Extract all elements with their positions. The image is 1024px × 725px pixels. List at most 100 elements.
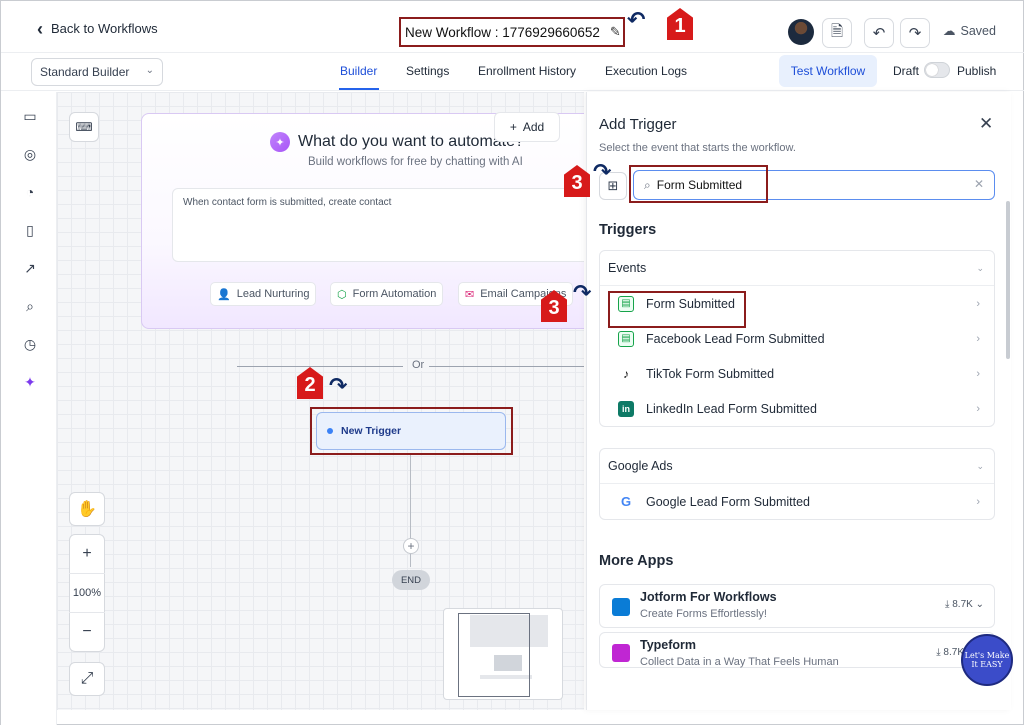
mail-icon: ✉ xyxy=(465,288,475,301)
form-submitted-highlight xyxy=(608,291,746,328)
group-label: Google Ads xyxy=(608,459,673,473)
or-divider-left xyxy=(237,366,403,367)
search-highlight xyxy=(629,165,768,203)
chip-label: Form Automation xyxy=(352,288,437,300)
events-group-header[interactable]: Events ⌄ xyxy=(600,251,994,286)
expand-icon: ⤢ xyxy=(80,670,94,687)
sparkle-icon[interactable]: ✦ xyxy=(21,373,39,391)
chat-icon[interactable]: ▭ xyxy=(21,107,39,125)
workflow-title[interactable]: New Workflow : 1776929660652 ✎ xyxy=(399,17,625,47)
test-workflow-button[interactable]: Test Workflow xyxy=(779,55,877,87)
panel-scrollbar[interactable] xyxy=(1006,201,1010,359)
triggers-heading: Triggers xyxy=(599,222,657,238)
publish-toggle[interactable] xyxy=(924,62,950,78)
keyboard-shortcuts-button[interactable]: ⌨ xyxy=(69,112,99,142)
arrow-icon: ↷ xyxy=(573,280,592,305)
app-item-jotform[interactable]: Jotform For Workflows Create Forms Effor… xyxy=(599,584,995,628)
typeform-icon xyxy=(612,644,630,662)
install-count: ⤓ 8.7K ⌄ xyxy=(945,599,984,610)
notes-button[interactable]: 🗎 xyxy=(822,18,852,48)
tab-execution-logs[interactable]: Execution Logs xyxy=(605,64,687,78)
undo-icon: ↶ xyxy=(872,25,886,42)
trigger-item-label: TikTok Form Submitted xyxy=(646,366,775,381)
trigger-item-google-lead-form[interactable]: G Google Lead Form Submitted › xyxy=(600,484,994,519)
saved-status: ☁ Saved xyxy=(943,23,996,39)
pan-tool-button[interactable]: ✋ xyxy=(69,492,105,526)
builder-select[interactable]: Standard Builder ⌄ xyxy=(31,58,163,86)
trigger-item-label: Facebook Lead Form Submitted xyxy=(646,331,825,346)
close-icon[interactable]: ✕ xyxy=(979,114,993,134)
tab-builder[interactable]: Builder xyxy=(340,64,377,78)
google-ads-group: Google Ads ⌄ G Google Lead Form Submitte… xyxy=(599,448,995,520)
tab-settings[interactable]: Settings xyxy=(406,64,449,78)
chevron-right-icon: › xyxy=(976,297,980,310)
saved-label: Saved xyxy=(960,23,996,38)
cube-icon: ⬡ xyxy=(337,288,347,301)
undo-button[interactable]: ↶ xyxy=(864,18,894,48)
ai-prompt-input[interactable]: When contact form is submitted, create c… xyxy=(172,188,584,262)
form-icon: ▤ xyxy=(618,330,634,347)
minimap-viewport[interactable] xyxy=(458,613,530,697)
back-label: Back to Workflows xyxy=(51,21,158,36)
chip-label: Lead Nurturing xyxy=(236,288,310,300)
back-to-workflows-link[interactable]: ‹ Back to Workflows xyxy=(37,18,158,39)
history-icon[interactable]: ◷ xyxy=(21,335,39,353)
trigger-label: New Trigger xyxy=(341,425,402,437)
app-description: Collect Data in a Way That Feels Human xyxy=(640,656,839,668)
pencil-icon[interactable]: ✎ xyxy=(610,24,621,40)
publish-label: Publish xyxy=(957,64,997,78)
add-button[interactable]: + Add xyxy=(494,112,560,142)
keyboard-icon: ⌨ xyxy=(75,120,93,134)
avatar[interactable] xyxy=(788,19,814,45)
left-rail: ▭ ◎ ◔ ▯ ↗ ⌕ ◷ ✦ xyxy=(1,92,57,725)
panel-subtitle: Select the event that starts the workflo… xyxy=(599,142,796,154)
sub-bar: Standard Builder ⌄ Builder Settings Enro… xyxy=(1,53,1024,91)
file-icon[interactable]: ▯ xyxy=(21,221,39,239)
document-icon: 🗎 xyxy=(830,22,844,40)
builder-select-value: Standard Builder xyxy=(40,65,130,79)
chevron-down-icon: ⌄ xyxy=(145,65,154,76)
zoom-level: 100% xyxy=(69,573,105,613)
more-apps-heading: More Apps xyxy=(599,553,674,569)
ai-subtitle: Build workflows for free by chatting wit… xyxy=(308,156,523,168)
new-trigger-node[interactable]: New Trigger xyxy=(316,412,506,450)
zoom-out-button[interactable]: − xyxy=(82,613,91,651)
status-dot xyxy=(327,428,333,434)
app-item-typeform[interactable]: Typeform Collect Data in a Way That Feel… xyxy=(599,632,995,668)
chip-form-automation[interactable]: ⬡ Form Automation xyxy=(330,282,444,306)
jotform-icon xyxy=(612,598,630,616)
tab-enrollment-history[interactable]: Enrollment History xyxy=(478,64,576,78)
fit-view-button[interactable]: ⤢ xyxy=(69,662,105,696)
app-name: Typeform xyxy=(640,638,697,652)
ai-title-text: What do you want to automate? xyxy=(298,133,524,150)
external-link-icon[interactable]: ↗ xyxy=(21,259,39,277)
watermark-logo: Let's Make It EASY xyxy=(961,634,1013,686)
install-count: ⤓ 8.7K xyxy=(936,647,964,658)
trigger-item-label: LinkedIn Lead Form Submitted xyxy=(646,401,817,416)
add-step-button[interactable]: + xyxy=(403,538,419,554)
active-tab-indicator xyxy=(339,88,379,90)
arrow-icon: ↶ xyxy=(627,7,646,32)
workflow-canvas[interactable]: ⌨ ✦ What do you want to automate? Build … xyxy=(57,92,584,710)
chevron-right-icon: › xyxy=(976,332,980,345)
zoom-in-button[interactable]: + xyxy=(82,535,91,573)
add-label: Add xyxy=(522,120,545,134)
trigger-item-tiktok-form[interactable]: ♪ TikTok Form Submitted › xyxy=(600,356,994,391)
chip-lead-nurturing[interactable]: 👤 Lead Nurturing xyxy=(210,282,317,306)
hand-icon: ✋ xyxy=(77,501,97,518)
chevron-left-icon: ‹ xyxy=(37,18,43,39)
check-circle-icon[interactable]: ◎ xyxy=(21,145,39,163)
arrow-icon: ↷ xyxy=(329,373,348,398)
arrow-icon: ↷ xyxy=(593,159,612,184)
redo-button[interactable]: ↷ xyxy=(900,18,930,48)
trigger-item-linkedin-lead-form[interactable]: in LinkedIn Lead Form Submitted › xyxy=(600,391,994,426)
draft-label: Draft xyxy=(893,64,920,78)
or-label: Or xyxy=(408,359,429,371)
app-description: Create Forms Effortlessly! xyxy=(640,608,767,620)
clear-search-icon[interactable]: ✕ xyxy=(974,177,984,191)
google-ads-group-header[interactable]: Google Ads ⌄ xyxy=(600,449,994,484)
minimap[interactable] xyxy=(443,608,563,700)
search-icon[interactable]: ⌕ xyxy=(21,297,39,315)
chevron-right-icon: › xyxy=(976,402,980,415)
pie-chart-icon[interactable]: ◔ xyxy=(21,183,39,201)
